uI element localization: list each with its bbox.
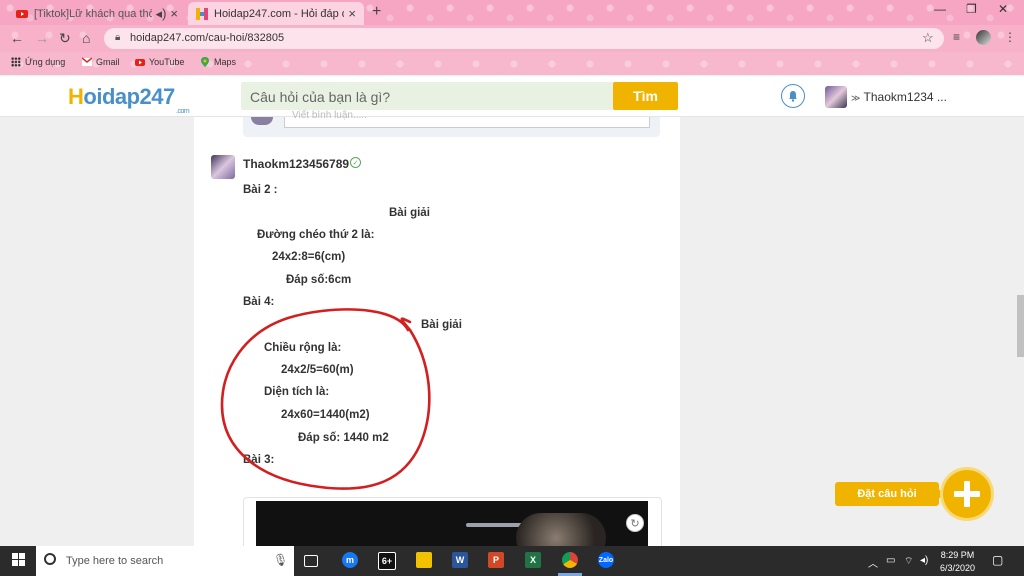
bookmark-youtube[interactable]: YouTube	[135, 57, 184, 67]
answer-line: 24x2/5=60(m)	[281, 364, 354, 376]
close-icon[interactable]: ×	[170, 6, 178, 21]
author-name[interactable]: Thaokm123456789	[243, 157, 349, 171]
site-logo[interactable]: Hoidap247 .com	[68, 84, 190, 115]
answer-line: 24x60=1440(m2)	[281, 409, 370, 421]
search-placeholder[interactable]: Câu hỏi của bạn là gì?	[250, 89, 390, 105]
answer-line: 24x2:8=6(cm)	[272, 251, 346, 263]
profile-avatar[interactable]	[976, 30, 991, 45]
bookmark-label: Maps	[214, 57, 237, 67]
close-window-icon[interactable]: ✕	[998, 2, 1008, 16]
ask-question-button[interactable]	[943, 470, 991, 518]
bookmark-label: Gmail	[96, 57, 120, 67]
file-explorer-icon[interactable]	[416, 552, 432, 568]
microphone-icon[interactable]: 🎙︎	[273, 553, 288, 567]
author-avatar[interactable]	[211, 155, 235, 179]
answer-card	[194, 117, 680, 547]
scrollbar-thumb[interactable]	[1017, 295, 1024, 357]
user-menu[interactable]: ≫ Thaokm1234 ...	[851, 90, 947, 104]
logo-com: .com	[176, 108, 190, 115]
youtube-icon	[135, 57, 145, 67]
task-view-icon[interactable]	[304, 555, 318, 567]
word-icon[interactable]: W	[452, 552, 468, 568]
bookmark-maps[interactable]: Maps	[200, 57, 236, 67]
battery-icon[interactable]: ▭	[886, 555, 895, 566]
search-button[interactable]: Tìm	[613, 82, 678, 110]
restore-icon[interactable]: ❐	[966, 2, 977, 16]
powerpoint-icon[interactable]: P	[488, 552, 504, 568]
lock-icon[interactable]: 🔒︎	[115, 32, 120, 43]
windows-start-icon[interactable]	[12, 553, 26, 567]
media-control-icon[interactable]: ≡	[953, 30, 960, 44]
username: Thaokm1234 ...	[863, 90, 947, 104]
speaker-icon[interactable]: ◂)	[156, 6, 167, 22]
chrome-icon[interactable]	[562, 552, 578, 568]
messenger-icon[interactable]: m	[342, 552, 358, 568]
excel-icon[interactable]: X	[525, 552, 541, 568]
hoidap-favicon-icon	[196, 7, 208, 20]
bell-icon[interactable]	[781, 84, 805, 108]
bookmark-apps[interactable]: Ứng dụng	[11, 57, 65, 67]
refresh-icon[interactable]: ↻	[626, 514, 644, 532]
star-icon[interactable]: ☆	[922, 30, 934, 46]
plus-icon	[954, 481, 980, 507]
close-icon[interactable]: ×	[348, 6, 356, 21]
bookmark-gmail[interactable]: Gmail	[81, 57, 120, 67]
bookmark-label: YouTube	[149, 57, 185, 67]
tab-tiktok[interactable]: [Tiktok]Lữ khách qua thời gia ◂) ×	[8, 2, 186, 25]
maps-icon	[200, 57, 210, 67]
clock-date: 6/3/2020	[940, 563, 976, 573]
answer-line: Đường chéo thứ 2 là:	[257, 229, 375, 241]
verified-icon: ✓	[350, 157, 361, 168]
answer-line: Bài giải	[389, 207, 430, 219]
search-icon	[44, 553, 56, 565]
zalo-icon[interactable]: Zalo	[598, 552, 614, 568]
video-hand	[516, 513, 606, 547]
taskbar-search-placeholder[interactable]: Type here to search	[66, 555, 163, 567]
logo-text: oidap247	[83, 84, 175, 109]
answer-line: Diện tích là:	[264, 386, 330, 398]
tab-hoidap247[interactable]: Hoidap247.com - Hỏi đáp online ×	[188, 2, 364, 25]
clock[interactable]: 8:29 PM 6/3/2020	[940, 549, 975, 575]
youtube-icon	[16, 8, 28, 20]
app-6plus-icon[interactable]: 6+	[378, 552, 396, 570]
answer-line: Đáp số:6cm	[286, 274, 352, 286]
gmail-icon	[81, 57, 93, 67]
wifi-icon[interactable]: ⌔	[904, 555, 913, 568]
answer-line: Bài 2 :	[243, 184, 278, 196]
apps-icon	[11, 57, 21, 67]
video-light	[466, 523, 526, 527]
back-icon[interactable]: ←	[10, 30, 24, 46]
url-text[interactable]: hoidap247.com/cau-hoi/832805	[130, 32, 284, 44]
home-icon[interactable]: ⌂	[82, 30, 90, 46]
bookmark-label: Ứng dụng	[25, 57, 66, 67]
ask-question-label[interactable]: Đặt câu hỏi	[835, 482, 939, 506]
clock-time: 8:29 PM	[940, 550, 975, 560]
logo-h: H	[68, 84, 84, 109]
notification-icon[interactable]: ▢	[992, 553, 1003, 567]
tab-label: Hoidap247.com - Hỏi đáp online	[214, 7, 344, 20]
new-tab-button[interactable]: +	[372, 3, 381, 21]
answer-line: Đáp số: 1440 m2	[298, 432, 389, 444]
avatar[interactable]	[825, 86, 847, 108]
reload-icon[interactable]: ↻	[59, 30, 71, 47]
chevron-down-icon: ≫	[851, 93, 861, 103]
menu-icon[interactable]: ⋮	[1004, 30, 1016, 44]
answer-line: Bài giải	[421, 319, 462, 331]
video-player[interactable]	[256, 501, 648, 547]
forward-icon[interactable]: →	[35, 30, 49, 46]
tab-label: [Tiktok]Lữ khách qua thời gia	[34, 7, 152, 20]
volume-icon[interactable]: ◂)	[920, 555, 928, 566]
minimize-icon[interactable]: —	[934, 2, 946, 16]
answer-line: Bài 4:	[243, 296, 275, 308]
chevron-up-icon[interactable]: ︿	[868, 555, 878, 570]
answer-line: Bài 3:	[243, 454, 275, 466]
answer-line: Chiều rộng là:	[264, 342, 342, 354]
comment-placeholder[interactable]: Viết bình luận.....	[292, 110, 367, 121]
